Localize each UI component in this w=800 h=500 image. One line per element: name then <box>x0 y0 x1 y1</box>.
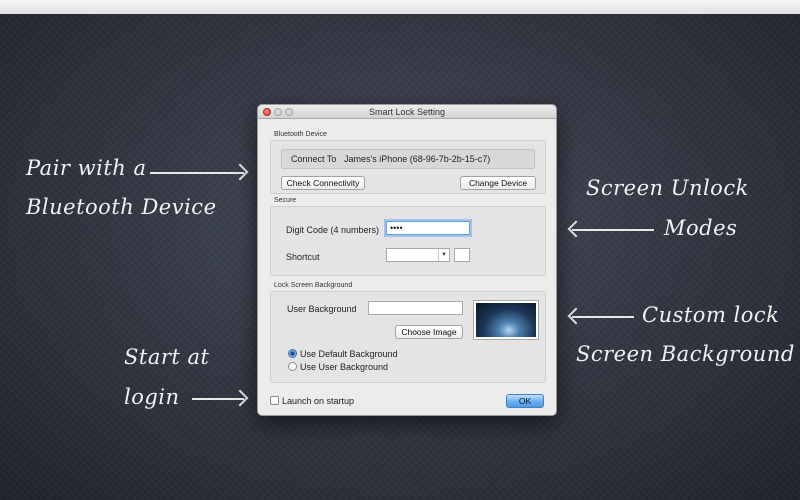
title-bar[interactable]: Smart Lock Setting <box>258 105 556 119</box>
annotation-pair-line1: Pair with a <box>26 156 147 180</box>
radio-default-background[interactable]: Use Default Background <box>288 349 398 359</box>
shortcut-key-input[interactable] <box>454 248 470 262</box>
device-name: James's iPhone (68-96-7b-2b-15-c7) <box>344 154 491 164</box>
launch-on-startup-label: Launch on startup <box>282 396 355 406</box>
chevron-down-icon: ▼ <box>438 249 449 261</box>
ok-button[interactable]: OK <box>506 394 544 408</box>
shortcut-label: Shortcut <box>286 252 320 262</box>
annotation-start-line2: login <box>124 385 180 409</box>
background-thumbnail <box>474 301 538 339</box>
digit-code-input[interactable]: •••• <box>386 221 470 235</box>
shortcut-select[interactable]: ▼ <box>386 248 450 262</box>
secure-section-label: Secure <box>274 197 297 204</box>
bluetooth-section-label: Bluetooth Device <box>274 131 327 138</box>
secure-group: Digit Code (4 numbers) •••• Shortcut ▼ <box>270 206 546 276</box>
annotation-unlock-line1: Screen Unlock <box>586 176 749 200</box>
close-icon[interactable] <box>263 108 271 116</box>
connect-box: Connect To James's iPhone (68-96-7b-2b-1… <box>281 149 535 169</box>
window-title: Smart Lock Setting <box>368 107 446 117</box>
annotation-custom-line1: Custom lock <box>642 303 780 327</box>
radio-user-background[interactable]: Use User Background <box>288 362 388 372</box>
radio-default-indicator <box>288 349 297 358</box>
radio-user-label: Use User Background <box>300 362 389 372</box>
launch-checkbox-box <box>270 396 279 405</box>
change-device-button[interactable]: Change Device <box>460 176 536 190</box>
zoom-icon[interactable] <box>285 108 293 116</box>
smart-lock-window: Smart Lock Setting Bluetooth Device Conn… <box>257 104 557 416</box>
radio-default-label: Use Default Background <box>300 349 398 359</box>
annotation-start-line1: Start at <box>124 345 210 369</box>
radio-user-indicator <box>288 362 297 371</box>
launch-on-startup-checkbox[interactable]: Launch on startup <box>270 396 354 406</box>
arrow-left-custom <box>572 316 634 318</box>
annotation-custom-line2: Screen Background <box>576 342 795 366</box>
check-connectivity-button[interactable]: Check Connectivity <box>281 176 365 190</box>
arrow-right-pair <box>150 172 244 174</box>
arrow-right-start <box>192 398 244 400</box>
annotation-pair-line2: Bluetooth Device <box>26 195 217 219</box>
choose-image-button[interactable]: Choose Image <box>395 325 463 339</box>
arrow-left-unlock <box>572 229 654 231</box>
annotation-unlock-line2: Modes <box>664 216 738 240</box>
background-group: User Background Choose Image Use Default… <box>270 291 546 383</box>
connect-to-label: Connect To <box>291 154 337 164</box>
background-section-label: Lock Screen Background <box>274 282 353 289</box>
minimize-icon[interactable] <box>274 108 282 116</box>
top-strip <box>0 0 800 14</box>
bluetooth-group: Connect To James's iPhone (68-96-7b-2b-1… <box>270 140 546 194</box>
user-background-input[interactable] <box>368 301 463 315</box>
digit-code-label: Digit Code (4 numbers) <box>286 225 380 235</box>
user-background-label: User Background <box>287 304 357 314</box>
